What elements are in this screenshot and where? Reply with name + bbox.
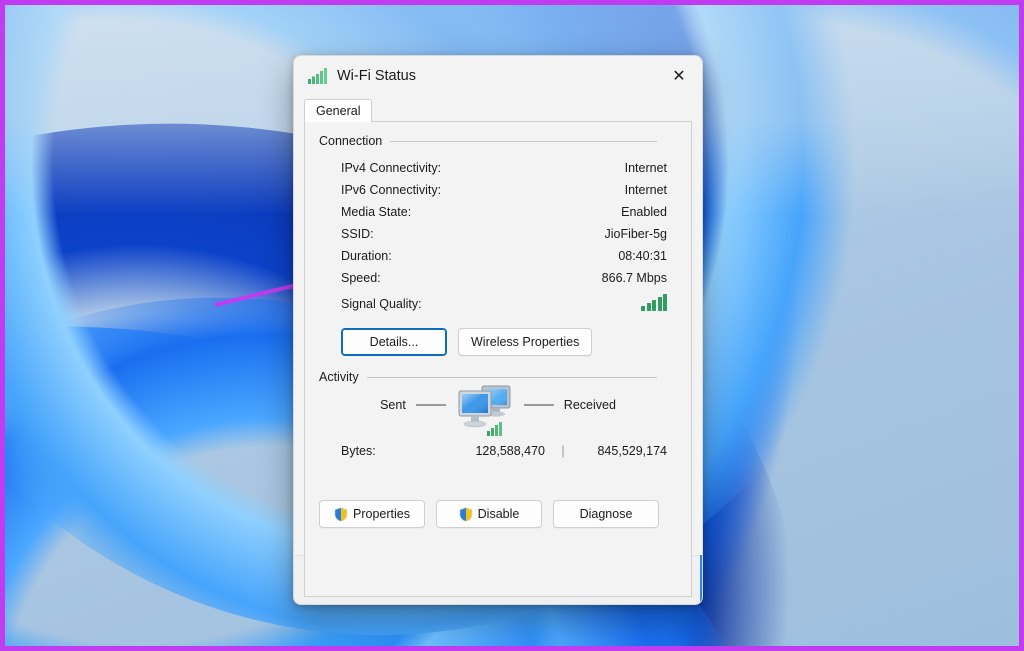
table-row: IPv4 Connectivity: Internet [305,157,691,179]
tab-panel-general: Connection IPv4 Connectivity: Internet I… [304,122,692,597]
connection-rows: IPv4 Connectivity: Internet IPv6 Connect… [305,157,691,319]
row-label: SSID: [341,227,374,241]
activity-group-header: Activity [319,370,675,384]
screenshot-root: Wi-Fi Status ✕ General Connection IPv4 C… [0,0,1024,651]
activity-group-label: Activity [319,370,359,384]
table-row: Media State: Enabled [305,201,691,223]
row-value [505,294,691,314]
properties-button[interactable]: Properties [319,500,425,528]
row-value: JioFiber-5g [604,227,667,241]
row-value: 866.7 Mbps [601,271,667,285]
group-divider-line [390,140,657,142]
table-row-speed: Speed: 866.7 Mbps [305,267,691,289]
row-label: Speed: [341,271,381,285]
bytes-row: Bytes: 128,588,470 | 845,529,174 [305,440,691,462]
dialog-title: Wi-Fi Status [337,68,416,84]
details-button[interactable]: Details... [341,328,447,356]
signal-strength-icon [641,294,667,311]
sent-label: Sent [380,398,406,412]
button-label: Properties [353,507,410,521]
table-row-signal-quality: Signal Quality: [305,289,691,319]
table-row: Duration: 08:40:31 [305,245,691,267]
row-label: IPv4 Connectivity: [341,161,442,175]
connection-group-label: Connection [319,134,383,148]
activity-direction-row: Sent Received [305,385,691,436]
diagnose-button[interactable]: Diagnose [553,500,659,528]
bytes-sent-value: 128,588,470 [475,444,545,458]
sent-connector-line [415,404,446,406]
row-label: Media State: [341,205,412,219]
uac-shield-icon [334,506,348,522]
dialog-titlebar: Wi-Fi Status ✕ [294,56,702,96]
row-label: Signal Quality: [341,297,422,311]
disable-button[interactable]: Disable [436,500,542,528]
action-buttons: Properties Disable Diagnose [319,500,659,528]
bytes-received-value: 845,529,174 [597,444,667,458]
row-value: Enabled [621,205,667,219]
activity-section: Sent Received Bytes: 128,588,470 | 845,5… [305,385,691,462]
row-label: IPv6 Connectivity: [341,183,442,197]
dialog-body: General Connection IPv4 Connectivity: In… [294,96,702,597]
row-value: 08:40:31 [618,249,667,263]
connection-group-header: Connection [319,134,675,148]
button-label: Disable [477,507,520,521]
bytes-label: Bytes: [341,444,376,458]
received-label: Received [563,398,616,412]
table-row: SSID: JioFiber-5g [305,223,691,245]
wireless-properties-button[interactable]: Wireless Properties [458,328,593,356]
tab-general[interactable]: General [304,99,373,122]
row-label: Duration: [341,249,392,263]
wifi-signal-bars-icon [308,68,328,84]
connection-buttons: Details... Wireless Properties [341,328,593,356]
group-divider-line [366,376,657,378]
uac-shield-icon [459,506,473,522]
table-row: IPv6 Connectivity: Internet [305,179,691,201]
row-value: Internet [624,161,667,175]
wifi-status-dialog: Wi-Fi Status ✕ General Connection IPv4 C… [293,55,703,605]
bytes-separator: | [561,444,565,458]
row-value: Internet [624,183,667,197]
received-connector-line [523,404,554,406]
close-icon[interactable]: ✕ [656,56,702,96]
tabstrip: General [304,99,373,122]
